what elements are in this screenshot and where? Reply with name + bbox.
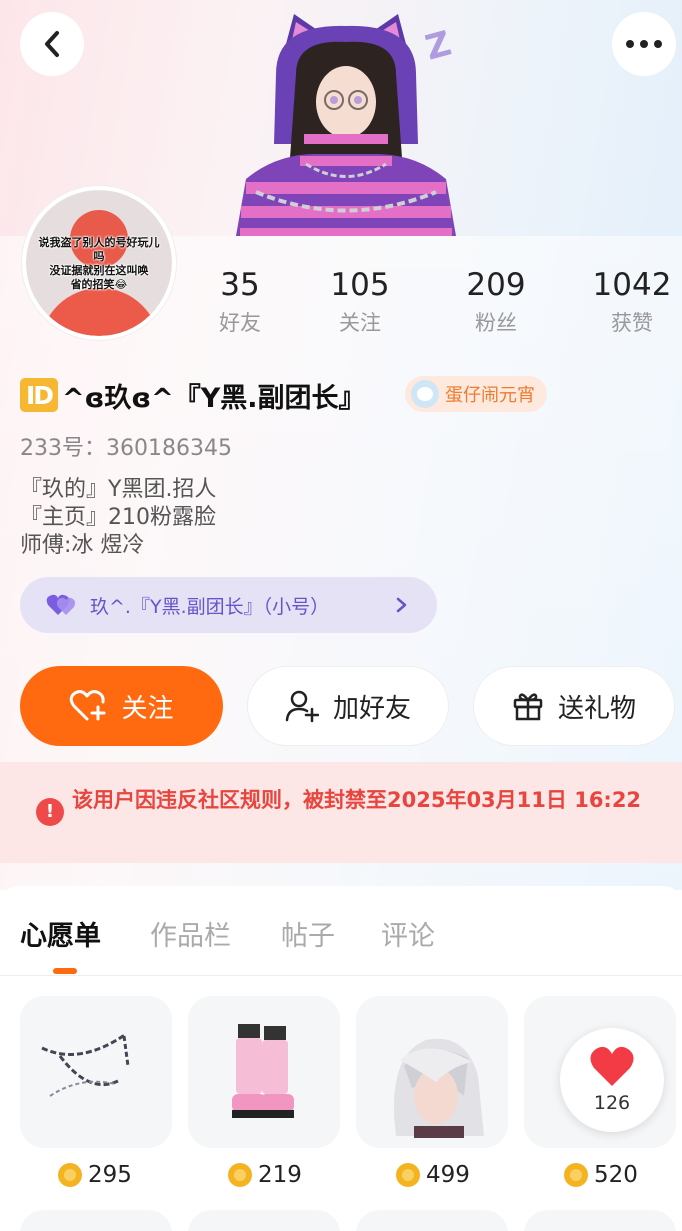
coin-icon <box>564 1163 588 1187</box>
stat-label: 关注 <box>339 311 381 335</box>
ban-notice-text: 该用户因违反社区规则，被封禁至2025年03月11日 16:22 <box>72 788 642 812</box>
tab-works[interactable]: 作品栏 <box>150 914 231 953</box>
wishlist-item-next-row[interactable] <box>20 1210 172 1231</box>
white-hair-image <box>394 1038 484 1138</box>
bio: 『玖的』Y黑团.招人 『主页』210粉露脸 师傅:冰 煜冷 <box>20 476 216 560</box>
event-tag[interactable]: 蛋仔闹元宵 <box>405 376 547 412</box>
stat-label: 获赞 <box>611 311 653 335</box>
alt-account-link[interactable]: 玖^.『Y黑.副团长』（小号） <box>20 577 437 633</box>
double-heart-icon <box>46 594 75 615</box>
name-row: ID ^ɞ玖ɞ^『Y黑.副团长』 <box>20 376 366 414</box>
chain-item-image <box>41 1032 130 1097</box>
tab-posts[interactable]: 帖子 <box>281 914 335 953</box>
bio-line: 『玖的』Y黑团.招人 <box>20 477 217 502</box>
chevron-right-icon <box>396 597 407 613</box>
wishlist-item[interactable] <box>188 996 340 1148</box>
nickname: ^ɞ玖ɞ^『Y黑.副团长』 <box>62 382 366 414</box>
item-price: 295 <box>58 1158 132 1192</box>
wish-count: 126 <box>593 1092 631 1114</box>
content-tabs: 心愿单 作品栏 帖子 评论 <box>0 886 682 976</box>
avatar-figure-body <box>40 288 160 336</box>
stat-value: 209 <box>466 267 526 303</box>
heart-plus-icon <box>70 690 106 721</box>
price-value: 219 <box>258 1162 302 1188</box>
wishlist-item[interactable] <box>356 996 508 1148</box>
stat-value: 35 <box>220 267 260 303</box>
ban-notice: ! 该用户因违反社区规则，被封禁至2025年03月11日 16:22 <box>0 762 682 863</box>
send-gift-button[interactable]: 送礼物 <box>473 666 675 746</box>
stat-value: 1042 <box>592 267 672 303</box>
avatar-caption: 说我盗了别人的号好玩儿 吗 没证据就别在这叫唤 省的招笑😂 <box>38 236 160 291</box>
wishlist-item-next-row[interactable] <box>524 1210 676 1231</box>
stat-value: 105 <box>330 267 390 303</box>
event-tag-label: 蛋仔闹元宵 <box>445 385 535 406</box>
stat-label: 好友 <box>219 311 261 335</box>
item-price: 219 <box>228 1158 302 1192</box>
more-button[interactable] <box>612 12 676 76</box>
add-user-icon <box>285 690 319 723</box>
user-id: 233号：360186345 <box>20 436 232 461</box>
bio-line: 师傅:冰 煜冷 <box>20 533 145 558</box>
stat-following[interactable]: 105 关注 <box>300 266 420 338</box>
tab-comments[interactable]: 评论 <box>381 914 435 953</box>
id-badge-icon: ID <box>20 378 58 412</box>
chevron-left-icon <box>45 31 59 57</box>
leg-warmers-image <box>232 1024 294 1118</box>
send-gift-label: 送礼物 <box>557 693 636 724</box>
wish-like-button[interactable]: 126 <box>560 1028 664 1132</box>
price-value: 520 <box>594 1162 638 1188</box>
price-value: 295 <box>88 1162 132 1188</box>
bio-line: 『主页』210粉露脸 <box>20 505 216 530</box>
more-dots-icon <box>626 40 662 48</box>
item-price: 499 <box>396 1158 470 1192</box>
wishlist-item-next-row[interactable] <box>188 1210 340 1231</box>
heart-icon <box>590 1046 634 1086</box>
add-friend-label: 加好友 <box>332 693 411 724</box>
follow-button[interactable]: 关注 <box>20 666 223 746</box>
stat-likes[interactable]: 1042 获赞 <box>572 266 682 338</box>
stat-followers[interactable]: 209 粉丝 <box>436 266 556 338</box>
stats-row: 35 好友 105 关注 209 粉丝 1042 获赞 <box>180 266 682 346</box>
coin-icon <box>228 1163 252 1187</box>
coin-icon <box>58 1163 82 1187</box>
active-tab-indicator <box>53 968 77 974</box>
stat-label: 粉丝 <box>475 311 517 335</box>
stat-friends[interactable]: 35 好友 <box>180 266 300 338</box>
wishlist-item-next-row[interactable] <box>356 1210 508 1231</box>
follow-label: 关注 <box>121 693 174 724</box>
event-tag-icon <box>411 380 439 408</box>
character-illustration <box>236 14 456 236</box>
coin-icon <box>396 1163 420 1187</box>
price-value: 499 <box>426 1162 470 1188</box>
avatar[interactable]: 说我盗了别人的号好玩儿 吗 没证据就别在这叫唤 省的招笑😂 <box>22 186 176 340</box>
alt-account-label: 玖^.『Y黑.副团长』（小号） <box>90 595 330 618</box>
wishlist-item[interactable] <box>20 996 172 1148</box>
add-friend-button[interactable]: 加好友 <box>247 666 449 746</box>
alert-icon: ! <box>36 798 64 826</box>
back-button[interactable] <box>20 12 84 76</box>
gift-icon <box>513 693 543 721</box>
tab-wishlist[interactable]: 心愿单 <box>20 914 101 953</box>
item-price: 520 <box>564 1158 638 1192</box>
